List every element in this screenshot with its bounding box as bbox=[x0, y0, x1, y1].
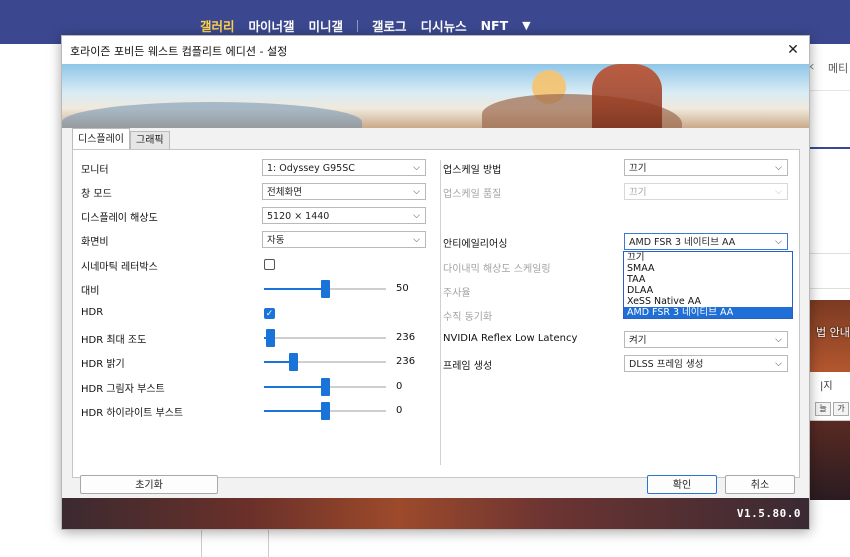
resolution-label: 디스플레이 해상도 bbox=[81, 213, 158, 224]
frame-gen-select[interactable]: DLSS 프레임 생성 ⌵ bbox=[624, 355, 788, 372]
window-title: 호라이즌 포비든 웨스트 컴플리트 에디션 - 설정 bbox=[70, 45, 288, 58]
close-icon[interactable]: ✕ bbox=[783, 41, 803, 59]
banner-artwork bbox=[62, 64, 809, 128]
hdr-brightness-label: HDR 밝기 bbox=[81, 359, 125, 370]
letterbox-label: 시네마틱 레터박스 bbox=[81, 262, 158, 273]
web-side-text: 법 안내 bbox=[816, 326, 850, 339]
hdr-shadow-value: 0 bbox=[396, 381, 403, 392]
web-side-button[interactable]: 가 bbox=[833, 402, 849, 416]
hdr-highlight-slider[interactable] bbox=[264, 402, 386, 420]
version-label: V1.5.80.0 bbox=[736, 507, 801, 520]
upscale-method-label: 업스케일 방법 bbox=[443, 165, 502, 176]
nav-gallog[interactable]: 갤로그 bbox=[372, 16, 407, 35]
reflex-label: NVIDIA Reflex Low Latency bbox=[443, 333, 578, 344]
nav-nft[interactable]: NFT bbox=[481, 18, 509, 33]
dropdown-option[interactable]: DLAA bbox=[624, 285, 792, 296]
upscale-method-select[interactable]: 끄기 ⌵ bbox=[624, 159, 788, 176]
resolution-select[interactable]: 5120 × 1440 ⌵ bbox=[262, 207, 426, 224]
nav-more-arrow-icon[interactable]: ▼ bbox=[522, 19, 530, 32]
slider-fill bbox=[264, 410, 325, 412]
web-column-line bbox=[201, 529, 202, 557]
monitor-label: 모니터 bbox=[81, 165, 109, 176]
dropdown-option[interactable]: 끄기 bbox=[624, 252, 792, 263]
contrast-slider[interactable] bbox=[264, 280, 386, 298]
cancel-button[interactable]: 취소 bbox=[725, 475, 795, 494]
dropdown-option[interactable]: SMAA bbox=[624, 263, 792, 274]
slider-thumb[interactable] bbox=[321, 402, 330, 420]
upscale-quality-select: 끄기 ⌵ bbox=[624, 183, 788, 200]
web-side-label: |지 bbox=[820, 381, 833, 392]
web-side-buttons: 늘 가 bbox=[815, 402, 849, 416]
monitor-select[interactable]: 1: Odyssey G95SC ⌵ bbox=[262, 159, 426, 176]
vsync-label: 수직 동기화 bbox=[443, 312, 493, 323]
column-divider bbox=[440, 160, 441, 465]
reset-button[interactable]: 초기화 bbox=[80, 475, 218, 494]
nav-separator bbox=[357, 19, 359, 32]
slider-thumb[interactable] bbox=[266, 329, 276, 347]
antialiasing-label: 안티에일리어싱 bbox=[443, 239, 508, 250]
hdr-highlight-label: HDR 하이라이트 부스트 bbox=[81, 408, 184, 419]
window-mode-label: 창 모드 bbox=[81, 189, 112, 200]
hdr-brightness-value: 236 bbox=[396, 356, 416, 367]
aspect-ratio-select[interactable]: 자동 ⌵ bbox=[262, 231, 426, 248]
web-tab-label[interactable]: 메티 bbox=[828, 60, 848, 76]
hdr-max-value: 236 bbox=[396, 332, 416, 343]
window-mode-select[interactable]: 전체화면 ⌵ bbox=[262, 183, 426, 200]
web-column-line bbox=[268, 529, 269, 557]
chevron-down-icon: ⌵ bbox=[775, 187, 782, 197]
web-box bbox=[806, 253, 850, 289]
ok-button[interactable]: 확인 bbox=[647, 475, 717, 494]
slider-thumb[interactable] bbox=[289, 353, 299, 371]
hdr-brightness-slider[interactable] bbox=[264, 353, 386, 371]
slider-fill bbox=[264, 288, 325, 290]
hdr-max-label: HDR 최대 조도 bbox=[81, 335, 147, 346]
upscale-quality-label: 업스케일 품질 bbox=[443, 189, 502, 200]
dropdown-option[interactable]: AMD FSR 3 네이티브 AA bbox=[624, 307, 792, 318]
chevron-down-icon: ⌵ bbox=[413, 163, 420, 173]
slider-thumb[interactable] bbox=[321, 378, 330, 396]
chevron-down-icon: ⌵ bbox=[775, 335, 782, 345]
slider-fill bbox=[264, 386, 325, 388]
settings-dialog: 호라이즌 포비든 웨스트 컴플리트 에디션 - 설정 ✕ 디스플레이 그래픽 모… bbox=[61, 35, 810, 530]
web-accent-line bbox=[806, 147, 850, 149]
antialiasing-dropdown-list: 끄기 SMAA TAA DLAA XeSS Native AA AMD FSR 3 네이티… bbox=[623, 251, 793, 319]
tab-bar: 디스플레이 그래픽 bbox=[72, 128, 170, 150]
contrast-value: 50 bbox=[396, 283, 409, 294]
letterbox-checkbox[interactable] bbox=[264, 259, 275, 270]
chevron-down-icon: ⌵ bbox=[775, 237, 782, 247]
antialiasing-select[interactable]: AMD FSR 3 네이티브 AA ⌵ bbox=[624, 233, 788, 250]
nav-mini-gallery[interactable]: 미니갤 bbox=[309, 16, 344, 35]
chevron-down-icon: ⌵ bbox=[413, 235, 420, 245]
chevron-down-icon: ⌵ bbox=[413, 211, 420, 221]
reflex-select[interactable]: 켜기 ⌵ bbox=[624, 331, 788, 348]
dynamic-resolution-label: 다이내믹 해상도 스케일링 bbox=[443, 264, 551, 275]
web-side-button[interactable]: 늘 bbox=[815, 402, 831, 416]
nav-minor-gallery[interactable]: 마이너갤 bbox=[249, 16, 295, 35]
settings-content: 디스플레이 그래픽 모니터 1: Odyssey G95SC ⌵ 창 모드 전체화… bbox=[72, 128, 800, 478]
chevron-down-icon: ⌵ bbox=[775, 359, 782, 369]
hdr-max-slider[interactable] bbox=[264, 329, 386, 347]
frame-gen-label: 프레임 생성 bbox=[443, 361, 493, 372]
footer-artwork bbox=[62, 498, 809, 529]
hdr-shadow-slider[interactable] bbox=[264, 378, 386, 396]
title-bar[interactable]: 호라이즌 포비든 웨스트 컴플리트 에디션 - 설정 ✕ bbox=[62, 36, 809, 64]
chevron-down-icon: ⌵ bbox=[775, 163, 782, 173]
dropdown-option[interactable]: XeSS Native AA bbox=[624, 296, 792, 307]
aspect-ratio-label: 화면비 bbox=[81, 237, 109, 248]
hdr-checkbox[interactable]: ✓ bbox=[264, 308, 275, 319]
contrast-label: 대비 bbox=[81, 286, 100, 297]
tab-display[interactable]: 디스플레이 bbox=[72, 128, 130, 150]
tab-graphics[interactable]: 그래픽 bbox=[130, 131, 170, 150]
web-divider bbox=[806, 90, 850, 91]
nav-gallery[interactable]: 갤러리 bbox=[200, 16, 235, 35]
dropdown-option[interactable]: TAA bbox=[624, 274, 792, 285]
slider-thumb[interactable] bbox=[321, 280, 330, 298]
hdr-shadow-label: HDR 그림자 부스트 bbox=[81, 384, 165, 395]
hdr-highlight-value: 0 bbox=[396, 405, 403, 416]
refresh-rate-label: 주사율 bbox=[443, 288, 471, 299]
chevron-down-icon: ⌵ bbox=[413, 187, 420, 197]
nav-dcnews[interactable]: 디시뉴스 bbox=[421, 16, 467, 35]
hdr-label: HDR bbox=[81, 307, 104, 318]
